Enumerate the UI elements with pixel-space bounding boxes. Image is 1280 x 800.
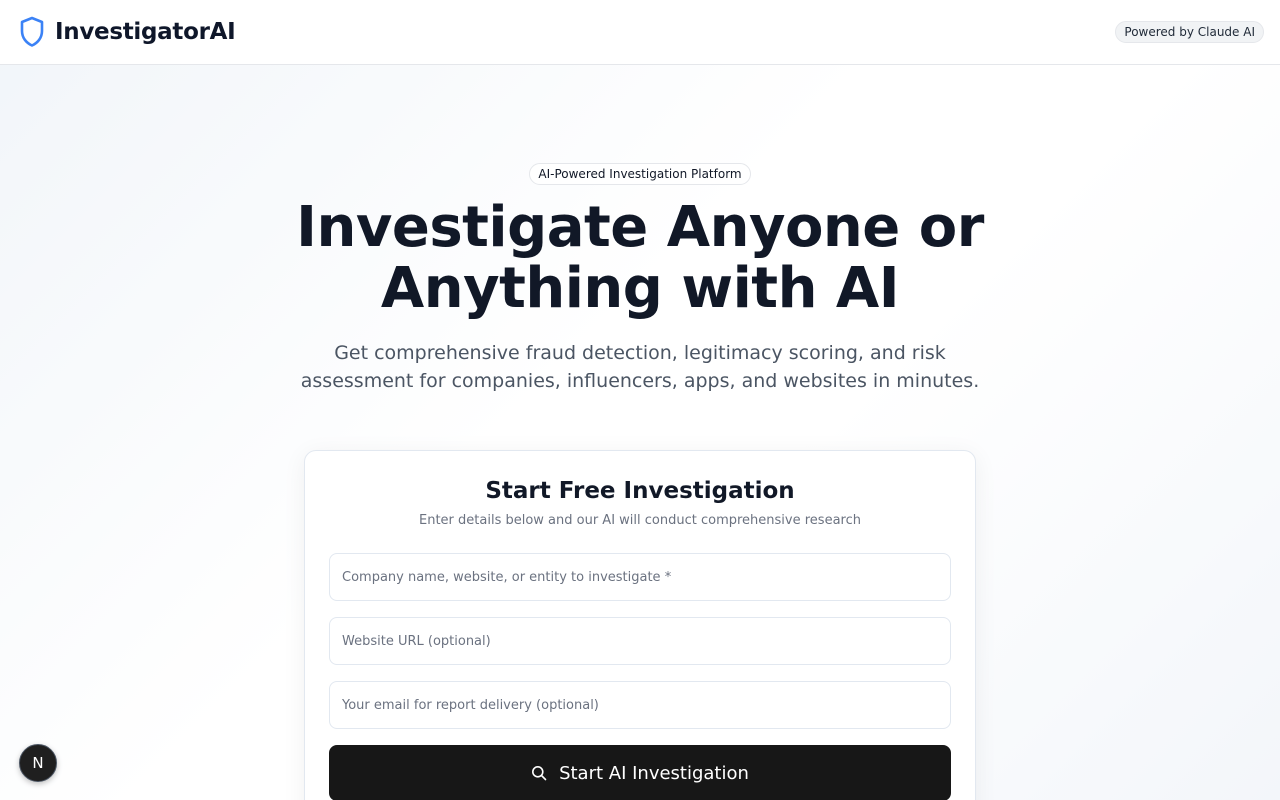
form-subtitle: Enter details below and our AI will cond… xyxy=(419,513,861,528)
shield-icon xyxy=(19,16,45,48)
investigation-form-card: Start Free Investigation Enter details b… xyxy=(304,450,976,800)
platform-badge: AI-Powered Investigation Platform xyxy=(529,163,751,185)
entity-input[interactable] xyxy=(329,553,951,601)
form-title: Start Free Investigation xyxy=(485,478,795,504)
powered-by-badge: Powered by Claude AI xyxy=(1115,21,1264,43)
start-investigation-label: Start AI Investigation xyxy=(559,762,749,784)
brand[interactable]: InvestigatorAI xyxy=(19,16,236,48)
top-nav-bar: InvestigatorAI Powered by Claude AI xyxy=(0,0,1280,65)
nextjs-icon[interactable]: N xyxy=(19,744,57,782)
brand-name: InvestigatorAI xyxy=(55,19,236,45)
website-url-input[interactable] xyxy=(329,617,951,665)
hero-subtitle: Get comprehensive fraud detection, legit… xyxy=(300,342,980,392)
email-input[interactable] xyxy=(329,681,951,729)
hero-section: AI-Powered Investigation Platform Invest… xyxy=(0,65,1280,395)
search-icon xyxy=(531,765,547,781)
hero-title: Investigate Anyone or Anything with AI xyxy=(296,195,984,321)
start-investigation-button[interactable]: Start AI Investigation xyxy=(329,745,951,800)
